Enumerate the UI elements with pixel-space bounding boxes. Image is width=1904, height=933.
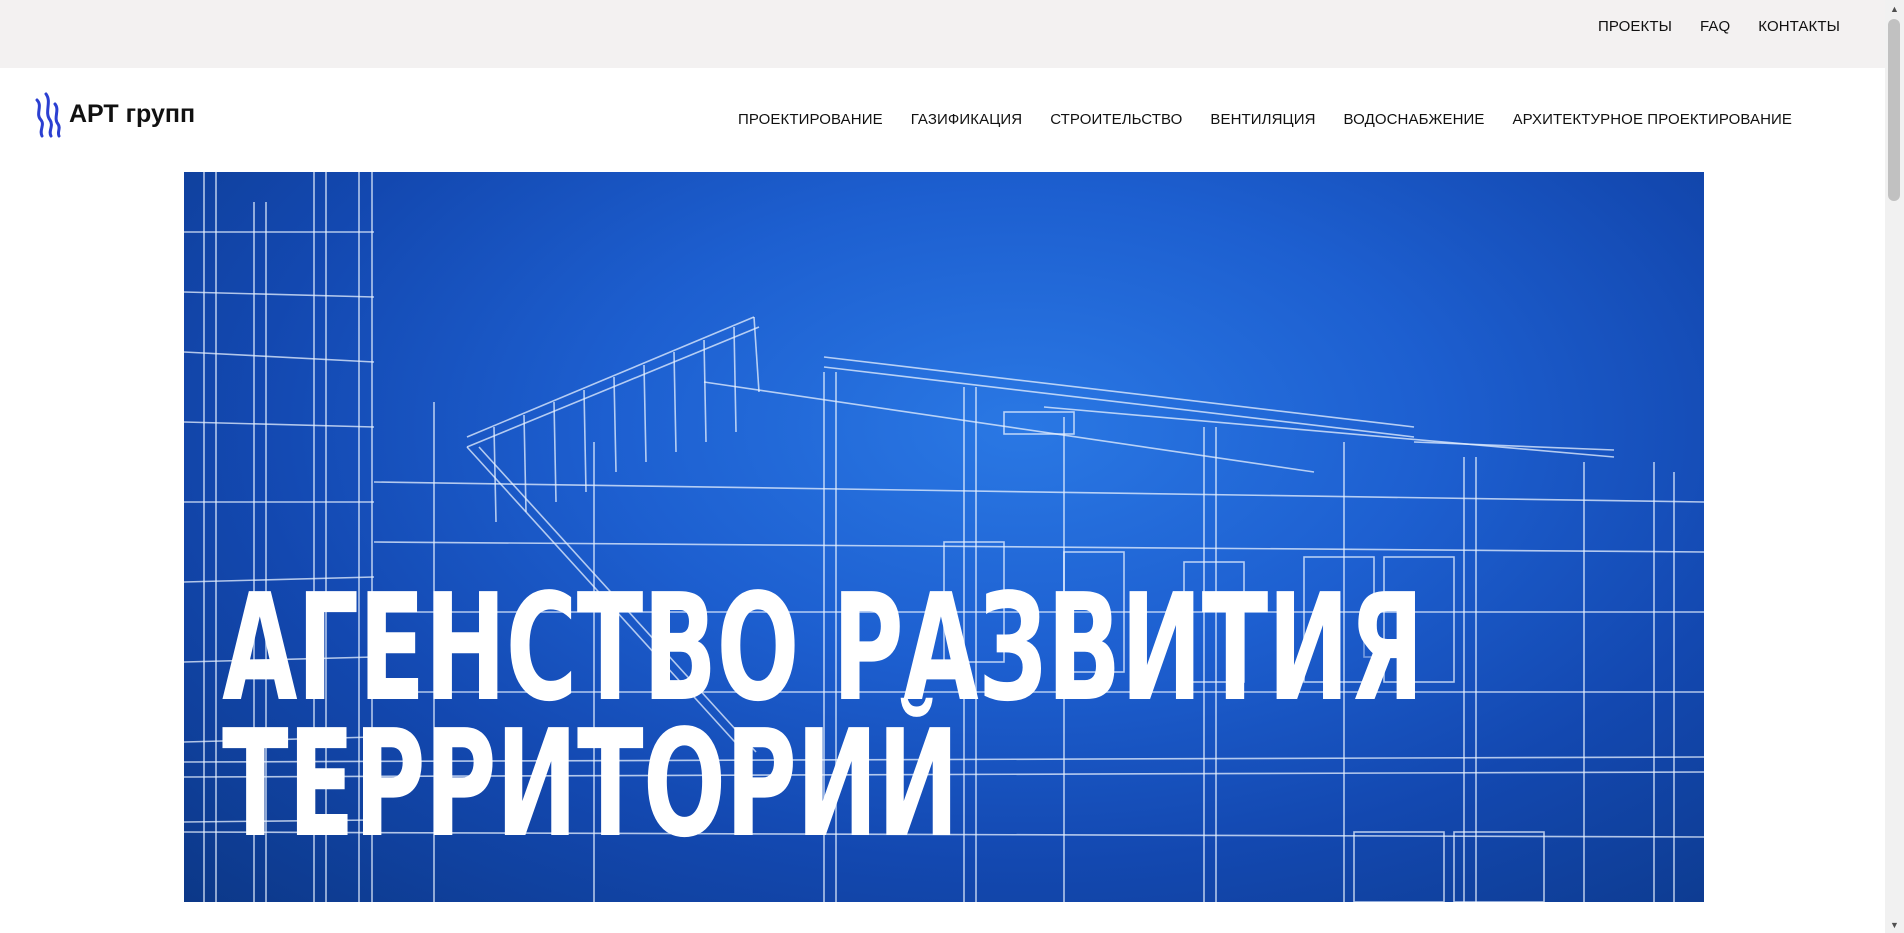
top-bar: ПРОЕКТЫ FAQ КОНТАКТЫ — [0, 0, 1885, 68]
nav-ventilation[interactable]: ВЕНТИЛЯЦИЯ — [1210, 111, 1315, 128]
nav-construction[interactable]: СТРОИТЕЛЬСТВО — [1050, 111, 1182, 128]
hero-title-line-1: АГЕНСТВО РАЗВИТИЯ — [222, 562, 1424, 734]
logo-text: АРТ групп — [69, 99, 196, 128]
vertical-scrollbar[interactable]: ▲ ▼ — [1885, 0, 1904, 933]
nav-architectural-design[interactable]: АРХИТЕКТУРНОЕ ПРОЕКТИРОВАНИЕ — [1513, 111, 1792, 128]
top-nav: ПРОЕКТЫ FAQ КОНТАКТЫ — [1598, 0, 1840, 52]
hero-banner: АГЕНСТВО РАЗВИТИЯ ТЕРРИТОРИЙ — [184, 172, 1704, 902]
nav-water-supply[interactable]: ВОДОСНАБЖЕНИЕ — [1344, 111, 1485, 128]
logo[interactable]: АРТ групп — [33, 90, 195, 138]
scroll-down-arrow-icon[interactable]: ▼ — [1885, 916, 1904, 933]
top-nav-faq[interactable]: FAQ — [1700, 18, 1730, 35]
scroll-thumb[interactable] — [1888, 19, 1900, 201]
main-nav: ПРОЕКТИРОВАНИЕ ГАЗИФИКАЦИЯ СТРОИТЕЛЬСТВО… — [738, 104, 1792, 134]
top-nav-projects[interactable]: ПРОЕКТЫ — [1598, 18, 1672, 35]
wave-lines-icon — [35, 92, 61, 138]
site-header: АРТ групп ПРОЕКТИРОВАНИЕ ГАЗИФИКАЦИЯ СТР… — [0, 68, 1885, 172]
hero-title: АГЕНСТВО РАЗВИТИЯ ТЕРРИТОРИЙ — [222, 562, 1424, 870]
hero-title-line-2: ТЕРРИТОРИЙ — [222, 698, 959, 870]
nav-design[interactable]: ПРОЕКТИРОВАНИЕ — [738, 111, 883, 128]
top-nav-contacts[interactable]: КОНТАКТЫ — [1758, 18, 1840, 35]
scroll-up-arrow-icon[interactable]: ▲ — [1885, 0, 1904, 17]
nav-gasification[interactable]: ГАЗИФИКАЦИЯ — [911, 111, 1023, 128]
